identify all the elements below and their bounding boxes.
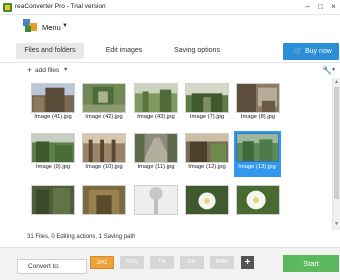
cart-icon: 🛒 bbox=[293, 47, 303, 56]
format-tif-button[interactable]: TIF bbox=[150, 256, 174, 269]
vertical-scrollbar[interactable]: ▲ ▼ bbox=[332, 78, 340, 230]
thumbnail-image bbox=[31, 83, 75, 113]
thumbnail-item[interactable] bbox=[235, 185, 281, 230]
chevron-down-icon[interactable]: ▼ bbox=[331, 67, 336, 73]
thumbnail-caption: Image (42).jpg bbox=[85, 114, 123, 120]
thumbnail-image bbox=[82, 185, 126, 215]
app-icon bbox=[3, 3, 12, 12]
thumbnail-caption: Image (8).jpg bbox=[240, 114, 276, 120]
thumbnail-image bbox=[134, 133, 178, 163]
thumbnail-caption: Image (7).jpg bbox=[189, 114, 225, 120]
buy-now-button[interactable]: 🛒 Buy now bbox=[283, 43, 339, 60]
thumbnail-image bbox=[185, 83, 229, 113]
buy-now-label: Buy now bbox=[305, 48, 332, 55]
tab-saving-options[interactable]: Saving options bbox=[168, 43, 226, 59]
thumbnail-image bbox=[236, 83, 280, 113]
add-format-button[interactable]: + bbox=[241, 256, 254, 269]
thumbnail-item[interactable]: Image (8).jpg bbox=[235, 83, 281, 131]
chevron-down-icon[interactable]: ▼ bbox=[63, 67, 68, 73]
thumbnail-image bbox=[82, 83, 126, 113]
thumbnail-grid: Image (41).jpg Image (42).jpg Image (43)… bbox=[0, 78, 332, 230]
thumbnail-item[interactable] bbox=[30, 185, 76, 230]
chevron-down-icon[interactable]: ▼ bbox=[62, 23, 68, 29]
thumbnail-image bbox=[31, 185, 75, 215]
thumbnail-image bbox=[31, 133, 75, 163]
thumbnail-item[interactable] bbox=[133, 185, 179, 230]
plus-icon[interactable]: + bbox=[27, 66, 32, 75]
maximize-button[interactable]: □ bbox=[316, 2, 325, 12]
thumbnail-caption: Image (12).jpg bbox=[188, 164, 226, 170]
format-gif-button[interactable]: GIF bbox=[180, 256, 204, 269]
format-jpg-button[interactable]: JPG bbox=[90, 256, 114, 269]
files-toolbar: + add files ▼ 🔧 ▼ bbox=[0, 63, 340, 78]
thumbnail-item[interactable]: Image (11).jpg bbox=[133, 133, 179, 181]
menu-bar: Menu ▼ bbox=[0, 16, 340, 38]
thumbnail-item[interactable] bbox=[81, 185, 127, 230]
window-title: reaConverter Pro - Trial version bbox=[15, 3, 106, 10]
thumbnail-item[interactable]: Image (10).jpg bbox=[81, 133, 127, 181]
thumbnail-caption: Image (11).jpg bbox=[137, 164, 175, 170]
thumbnail-item[interactable]: Image (12).jpg bbox=[184, 133, 230, 181]
start-button[interactable]: Start bbox=[283, 255, 339, 272]
thumbnail-caption: Image (43).jpg bbox=[137, 114, 175, 120]
thumbnail-caption: Image (9).jpg bbox=[35, 164, 71, 170]
add-files-button[interactable]: add files bbox=[35, 67, 59, 74]
tab-edit-images[interactable]: Edit images bbox=[100, 43, 148, 59]
tab-files-and-folders[interactable]: Files and folders bbox=[16, 43, 84, 59]
thumbnail-image bbox=[134, 185, 178, 215]
thumbnail-caption: Image (10).jpg bbox=[85, 164, 123, 170]
thumbnail-item[interactable]: Image (41).jpg bbox=[30, 83, 76, 131]
thumbnail-item[interactable]: Image (43).jpg bbox=[133, 83, 179, 131]
thumbnail-image bbox=[134, 83, 178, 113]
menu-button[interactable]: Menu bbox=[42, 23, 61, 32]
title-bar: reaConverter Pro - Trial version – □ × bbox=[0, 0, 340, 15]
thumbnail-image bbox=[236, 185, 280, 215]
thumbnail-item[interactable]: Image (7).jpg bbox=[184, 83, 230, 131]
reaconverter-logo-icon[interactable] bbox=[23, 19, 37, 33]
scroll-down-arrow-icon[interactable]: ▼ bbox=[334, 221, 339, 227]
format-png-button[interactable]: PNG bbox=[120, 256, 144, 269]
minimize-button[interactable]: – bbox=[303, 2, 312, 12]
thumbnail-item-selected[interactable]: Image (13).jpg bbox=[234, 131, 281, 177]
thumbnail-item[interactable]: Image (9).jpg bbox=[30, 133, 76, 181]
thumbnail-image bbox=[82, 133, 126, 163]
close-button[interactable]: × bbox=[329, 2, 338, 12]
thumbnail-image bbox=[236, 133, 279, 162]
thumbnail-caption: Image (13).jpg bbox=[238, 164, 276, 170]
scrollbar-thumb[interactable] bbox=[334, 87, 339, 199]
convert-to-label: Convert to: bbox=[17, 259, 87, 274]
format-bmp-button[interactable]: BMP bbox=[210, 256, 234, 269]
thumbnail-image bbox=[185, 133, 229, 163]
thumbnail-caption: Image (41).jpg bbox=[34, 114, 72, 120]
scroll-up-arrow-icon[interactable]: ▲ bbox=[334, 79, 339, 85]
status-text: 31 Files, 0 Editing actions, 1 Saving pa… bbox=[27, 234, 136, 240]
thumbnail-item[interactable]: Image (42).jpg bbox=[81, 83, 127, 131]
thumbnail-image bbox=[185, 185, 229, 215]
thumbnail-item[interactable] bbox=[184, 185, 230, 230]
